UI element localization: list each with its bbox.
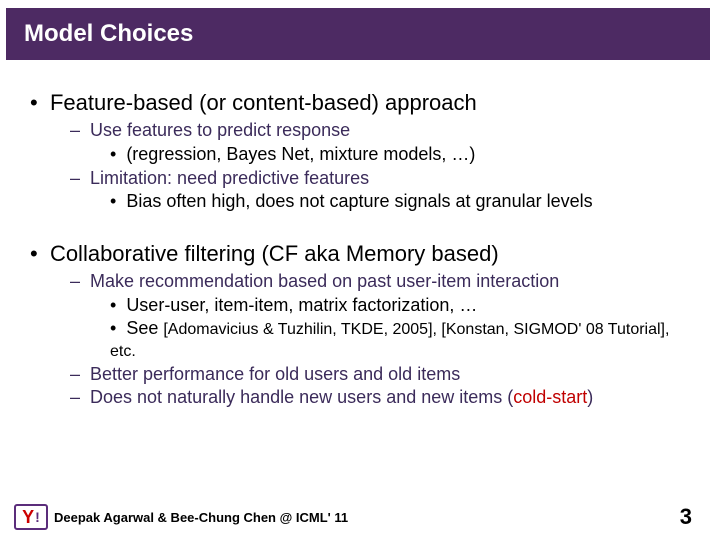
spacer	[30, 215, 690, 241]
slide-content: • Feature-based (or content-based) appro…	[0, 60, 720, 540]
bullet-feature-based: • Feature-based (or content-based) appro…	[30, 90, 690, 116]
cold-start-term: cold-start	[513, 387, 587, 407]
subbullet-limitation: – Limitation: need predictive features	[70, 168, 690, 190]
bullet-text: Limitation: need predictive features	[90, 168, 369, 188]
bullet-text-tail: )	[587, 387, 593, 407]
bullet-text: Feature-based (or content-based) approac…	[50, 90, 477, 115]
page-number: 3	[680, 504, 692, 530]
subsubbullet-user-item: • User-user, item-item, matrix factoriza…	[110, 295, 690, 317]
subbullet-cold-start: – Does not naturally handle new users an…	[70, 387, 690, 409]
yahoo-logo-icon: Y!	[14, 504, 48, 530]
subsubbullet-bias: • Bias often high, does not capture sign…	[110, 191, 690, 213]
bullet-text: Collaborative filtering (CF aka Memory b…	[50, 241, 499, 266]
footer-credit: Deepak Agarwal & Bee-Chung Chen @ ICML' …	[54, 510, 680, 525]
bullet-text-lead: Does not naturally handle new users and …	[90, 387, 513, 407]
logo-y: Y	[22, 507, 34, 528]
bullet-text: Make recommendation based on past user-i…	[90, 271, 559, 291]
title-bar: Model Choices	[6, 8, 710, 60]
footer: Y! Deepak Agarwal & Bee-Chung Chen @ ICM…	[0, 504, 720, 530]
slide-title: Model Choices	[24, 20, 692, 48]
bullet-text: Use features to predict response	[90, 120, 350, 140]
subbullet-make-rec: – Make recommendation based on past user…	[70, 271, 690, 293]
slide: Model Choices • Feature-based (or conten…	[0, 0, 720, 540]
subsubbullet-see-refs: • See [Adomavicius & Tuzhilin, TKDE, 200…	[110, 318, 690, 361]
logo-bang: !	[35, 509, 40, 525]
bullet-text: Better performance for old users and old…	[90, 364, 460, 384]
bullet-text-lead: See	[126, 318, 163, 338]
subsubbullet-regression: • (regression, Bayes Net, mixture models…	[110, 144, 690, 166]
bullet-text: User-user, item-item, matrix factorizati…	[126, 295, 477, 315]
bullet-text: (regression, Bayes Net, mixture models, …	[126, 144, 475, 164]
bullet-text-refs: [Adomavicius & Tuzhilin, TKDE, 2005], [K…	[110, 321, 669, 360]
bullet-text: Bias often high, does not capture signal…	[126, 191, 592, 211]
bullet-cf: • Collaborative filtering (CF aka Memory…	[30, 241, 690, 267]
subbullet-use-features: – Use features to predict response	[70, 120, 690, 142]
subbullet-better-perf: – Better performance for old users and o…	[70, 364, 690, 386]
